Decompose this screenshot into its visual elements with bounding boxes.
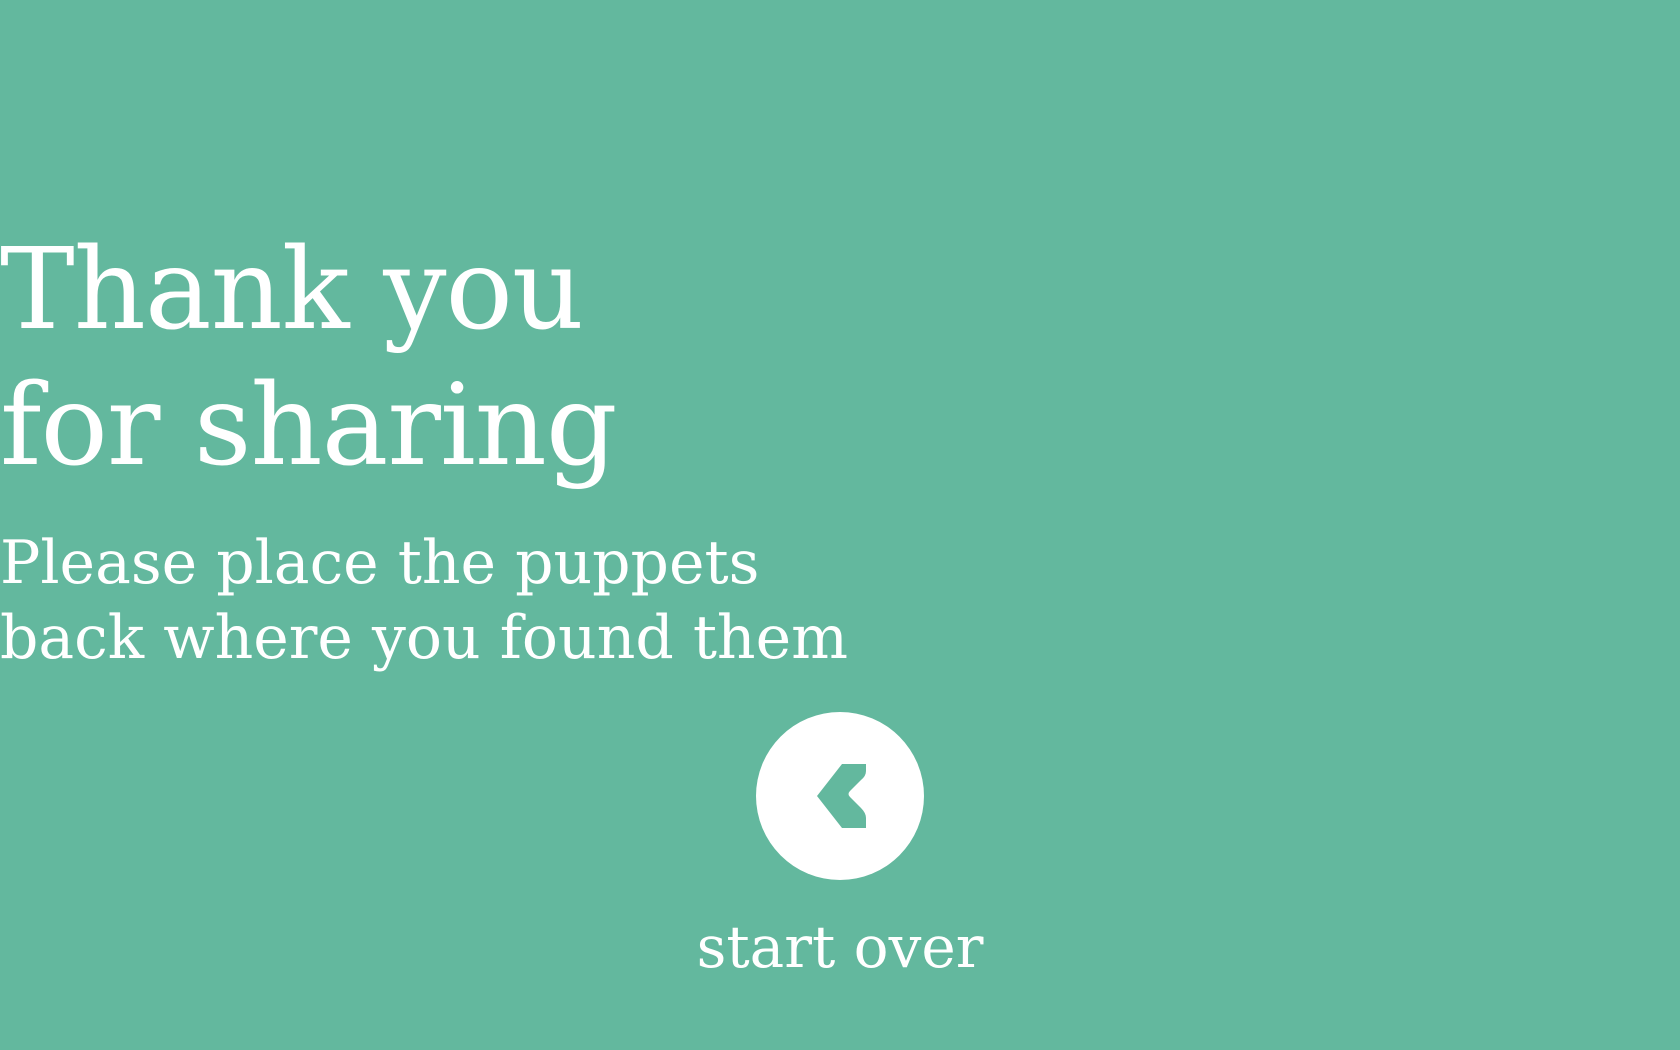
return-puppets-message: Please place the puppets back where you … <box>0 526 1680 676</box>
heading-line-1: Thank you <box>0 225 584 355</box>
thank-you-heading: Thank you for sharing <box>0 222 1680 494</box>
start-over-button[interactable] <box>756 712 924 880</box>
chevron-left-icon <box>817 764 866 828</box>
message-line-1: Please place the puppets <box>0 528 760 598</box>
heading-line-2: for sharing <box>0 361 618 491</box>
start-over-label[interactable]: start over <box>0 912 1680 982</box>
message-line-2: back where you found them <box>0 603 848 673</box>
thank-you-screen: Thank you for sharing Please place the p… <box>0 0 1680 1050</box>
